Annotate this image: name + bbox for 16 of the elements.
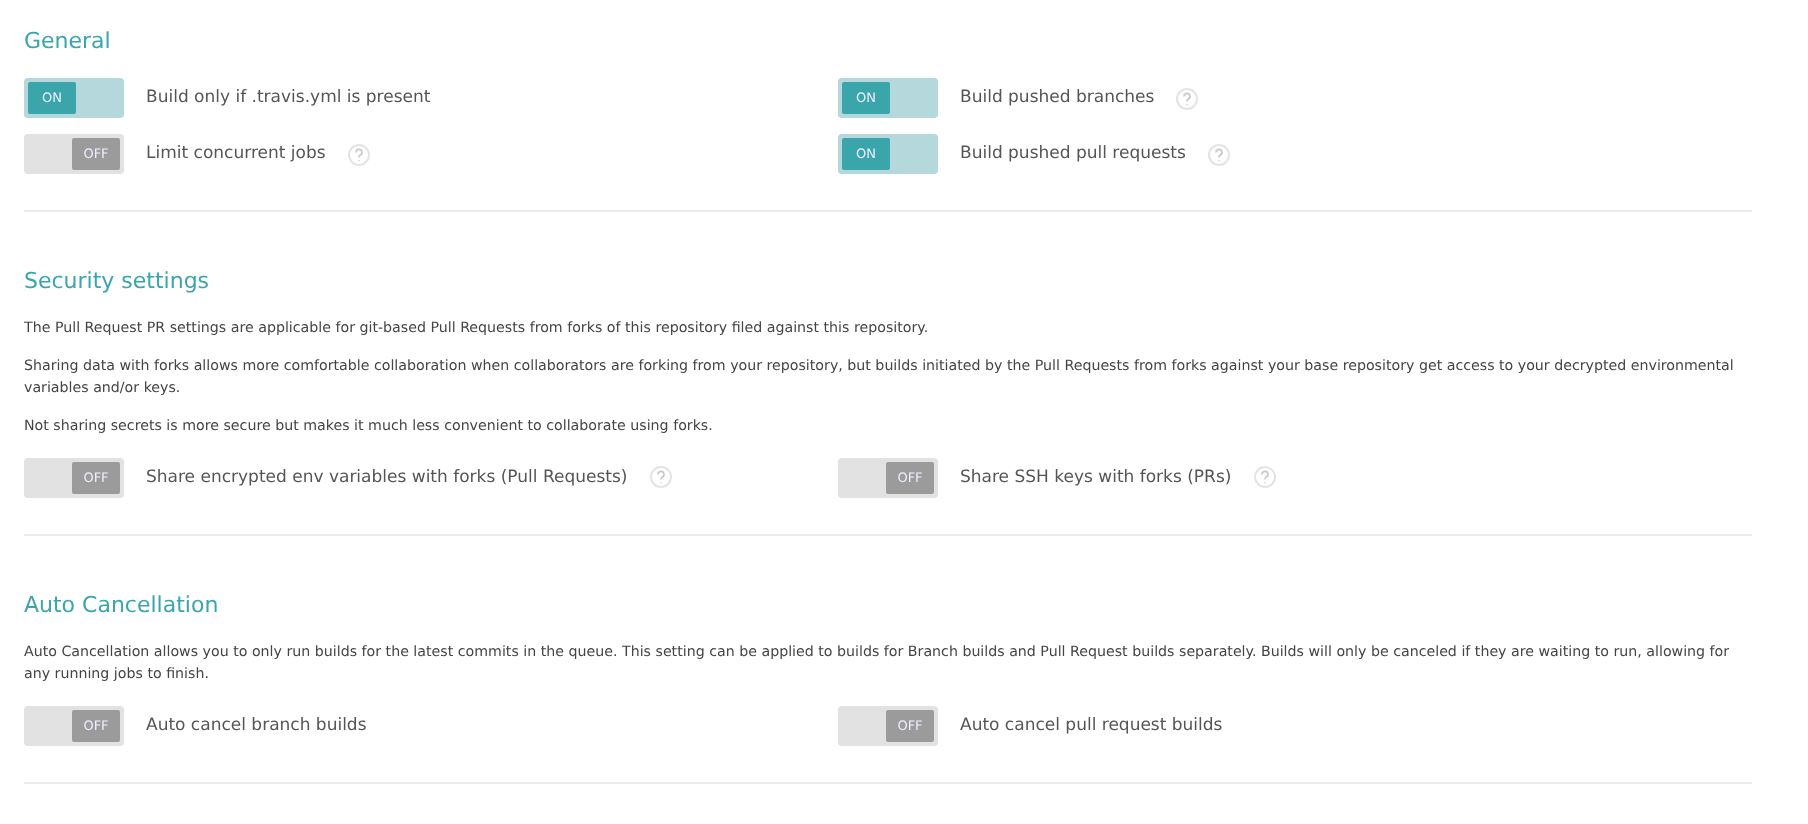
setting-label: Build only if .travis.yml is present: [146, 88, 431, 108]
help-icon[interactable]: [649, 466, 672, 489]
setting-label: Build pushed pull requests: [960, 144, 1186, 164]
help-icon[interactable]: [1176, 87, 1199, 109]
section-title: Auto Cancellation: [24, 591, 221, 618]
section-title: Security settings: [24, 268, 212, 294]
setting-label: Share encrypted env variables with forks (Pull Requests): [146, 467, 628, 488]
setting-label: Auto cancel branch builds: [146, 715, 367, 736]
help-icon[interactable]: [347, 143, 370, 165]
setting-label: Limit concurrent jobs: [146, 144, 326, 164]
setting-label: Share SSH keys with forks (PRs): [960, 467, 1232, 488]
help-icon[interactable]: [1207, 143, 1230, 165]
setting-label: Build pushed branches: [960, 88, 1155, 108]
section-title: General: [24, 28, 113, 54]
help-icon[interactable]: [1253, 466, 1276, 489]
setting-label: Auto cancel pull request builds: [960, 715, 1223, 736]
